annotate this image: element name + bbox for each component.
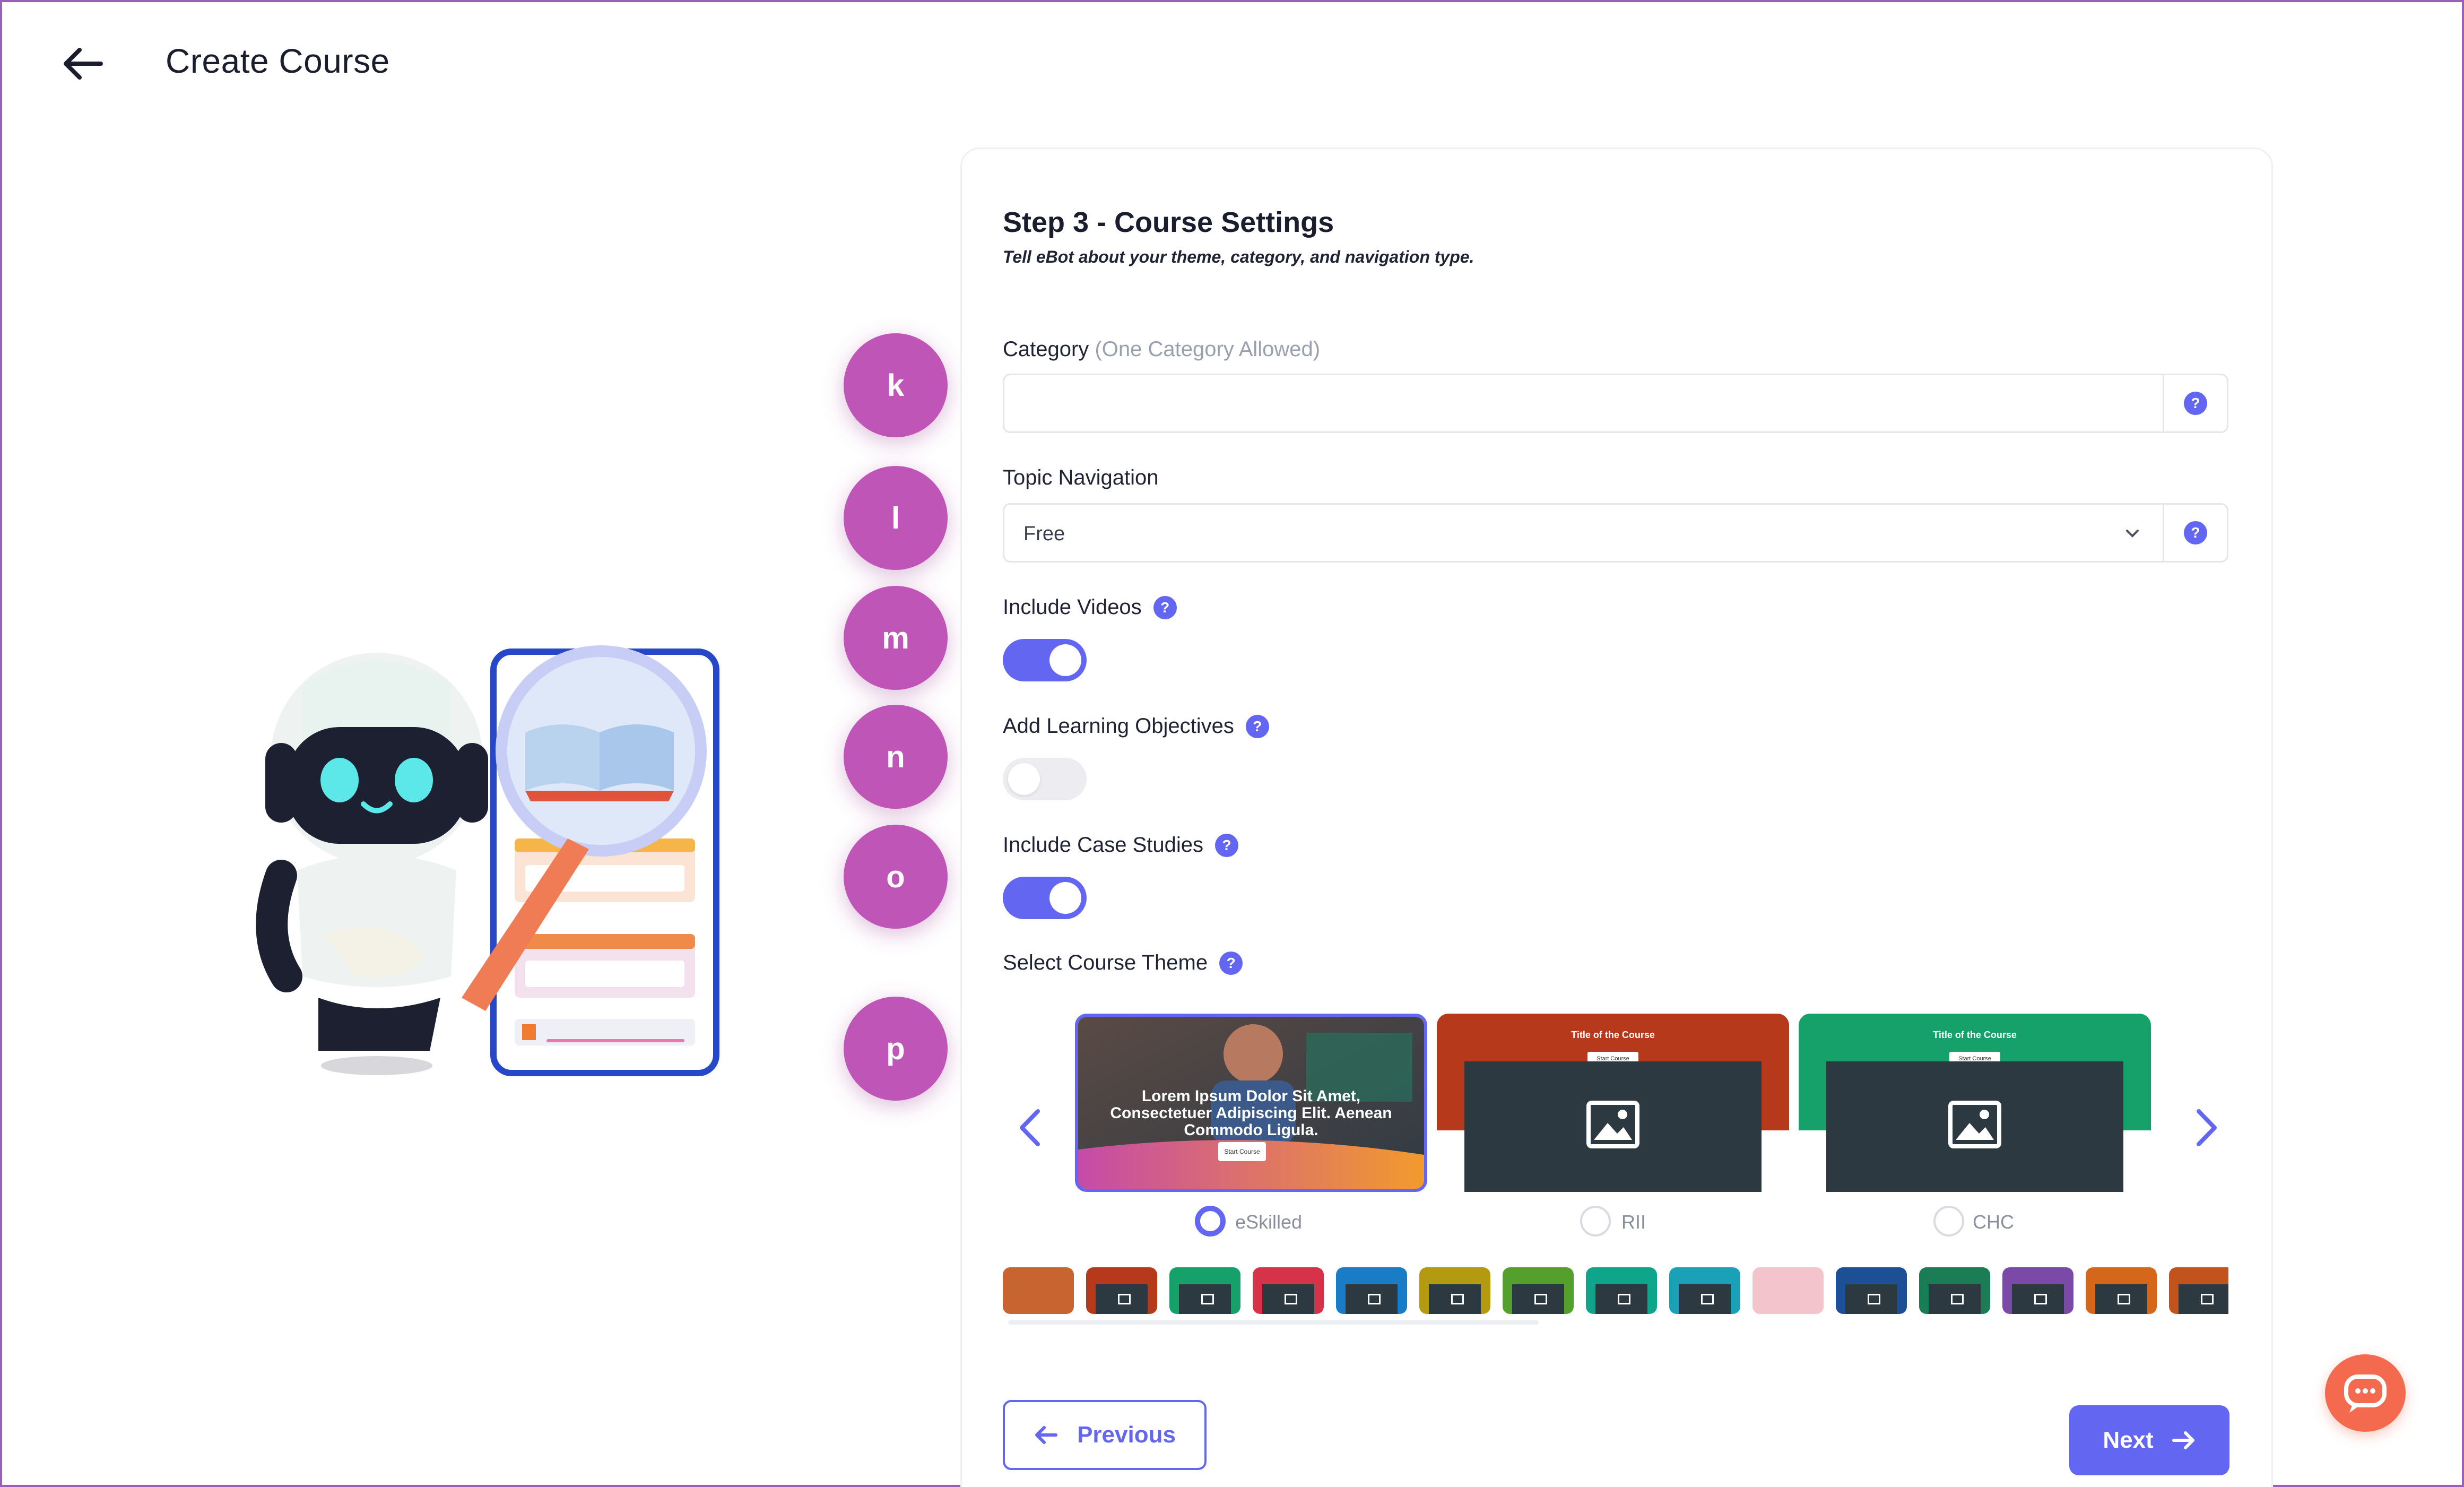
theme-name-eskilled: eSkilled [1235, 1211, 1303, 1233]
theme-thumbnail[interactable] [1419, 1267, 1490, 1314]
page-title: Create Course [166, 42, 390, 80]
case-studies-toggle[interactable] [1003, 877, 1087, 919]
learning-objectives-toggle[interactable] [1003, 758, 1087, 800]
toggle-knob [1008, 763, 1040, 795]
theme-thumbnail[interactable] [1919, 1267, 1990, 1314]
robot-illustration [249, 637, 727, 1093]
step-badge-n: n [844, 705, 948, 809]
course-theme-row: Select Course Theme ? [1003, 951, 1243, 975]
thumbnail-screen [1595, 1284, 1647, 1314]
learning-objectives-label: Add Learning Objectives [1003, 714, 1234, 738]
category-help-icon[interactable]: ? [2184, 392, 2207, 415]
next-button[interactable]: Next [2069, 1405, 2229, 1475]
theme-thumbnail[interactable] [1003, 1267, 1074, 1314]
chat-bubble-icon [2344, 1374, 2387, 1413]
step-badge-o: o [844, 825, 948, 929]
thumbnail-screen [1346, 1284, 1398, 1314]
include-videos-help-icon[interactable]: ? [1153, 595, 1177, 619]
theme-radio-chc[interactable] [1933, 1206, 1964, 1237]
case-studies-label: Include Case Studies [1003, 833, 1204, 857]
thumbnail-scrollbar[interactable] [1008, 1320, 1539, 1325]
eskilled-preview-button: Start Course [1218, 1142, 1266, 1161]
step-badge-k: k [844, 333, 948, 437]
rii-preview-heading: Title of the Course [1571, 1030, 1655, 1040]
course-theme-help-icon[interactable]: ? [1219, 951, 1243, 975]
thumbnail-screen [2012, 1284, 2064, 1314]
learning-objectives-row: Add Learning Objectives ? [1003, 714, 1269, 738]
chevron-down-icon [2126, 530, 2139, 538]
theme-thumbnail[interactable] [1169, 1267, 1240, 1314]
step-subtitle: Tell eBot about your theme, category, an… [1003, 247, 1474, 266]
include-videos-label: Include Videos [1003, 595, 1142, 619]
thumbnail-screen [2095, 1284, 2147, 1314]
thumbnail-screen [1929, 1284, 1981, 1314]
thumbnail-screen [1512, 1284, 1564, 1314]
learning-objectives-help-icon[interactable]: ? [1245, 714, 1269, 738]
theme-card-chc[interactable]: Title of the Course Start Course [1799, 1014, 2151, 1192]
thumbnail-screen [1179, 1284, 1231, 1314]
category-input[interactable]: ? [1003, 374, 2228, 433]
theme-thumbnail[interactable] [1669, 1267, 1740, 1314]
theme-name-rii: RII [1621, 1211, 1646, 1233]
include-videos-toggle[interactable] [1003, 639, 1087, 681]
course-theme-label: Select Course Theme [1003, 951, 1208, 974]
include-videos-row: Include Videos ? [1003, 595, 1177, 619]
image-placeholder-icon [1586, 1101, 1639, 1148]
theme-thumbnail[interactable] [1336, 1267, 1407, 1314]
previous-button[interactable]: Previous [1003, 1400, 1207, 1470]
field-divider [2163, 375, 2164, 431]
previous-button-label: Previous [1077, 1422, 1176, 1448]
theme-card-eskilled[interactable]: Lorem Ipsum Dolor Sit Amet, Consectetuer… [1075, 1014, 1427, 1192]
theme-thumbnail[interactable] [2169, 1267, 2228, 1314]
step-title: Step 3 - Course Settings [1003, 206, 1334, 238]
chat-widget-button[interactable] [2325, 1354, 2406, 1432]
case-studies-row: Include Case Studies ? [1003, 833, 1239, 857]
theme-thumbnail-strip [1003, 1267, 2228, 1315]
arrow-right-icon [2172, 1431, 2194, 1449]
toggle-knob [1049, 644, 1081, 676]
theme-card-rii[interactable]: Title of the Course Start Course [1437, 1014, 1789, 1192]
field-divider [2163, 505, 2164, 561]
theme-thumbnail[interactable] [1503, 1267, 1574, 1314]
toggle-knob [1049, 882, 1081, 914]
theme-thumbnail[interactable] [1086, 1267, 1157, 1314]
thumbnail-screen [1262, 1284, 1314, 1314]
category-hint: (One Category Allowed) [1095, 338, 1321, 361]
theme-radio-rii[interactable] [1580, 1206, 1611, 1237]
arrow-left-icon [1035, 1426, 1058, 1444]
topic-navigation-help-icon[interactable]: ? [2184, 521, 2207, 544]
topic-navigation-select[interactable]: Free ? [1003, 503, 2228, 563]
thumbnail-screen [2179, 1284, 2228, 1314]
theme-thumbnail[interactable] [1586, 1267, 1657, 1314]
category-label: Category (One Category Allowed) [1003, 338, 1321, 361]
theme-name-chc: CHC [1973, 1211, 2014, 1233]
eskilled-preview-text: Lorem Ipsum Dolor Sit Amet, Consectetuer… [1110, 1087, 1392, 1139]
theme-radio-eskilled[interactable] [1195, 1206, 1226, 1237]
topic-navigation-label: Topic Navigation [1003, 466, 1159, 489]
step-badge-m: m [844, 586, 948, 690]
next-button-label: Next [2103, 1427, 2154, 1453]
carousel-prev-icon[interactable] [1012, 1104, 1049, 1152]
theme-thumbnail[interactable] [1836, 1267, 1907, 1314]
topic-navigation-value: Free [1023, 523, 1065, 545]
step-badge-p: p [844, 997, 948, 1101]
thumbnail-screen [1429, 1284, 1481, 1314]
theme-thumbnail[interactable] [2002, 1267, 2073, 1314]
theme-thumbnail[interactable] [1253, 1267, 1324, 1314]
back-arrow-icon[interactable] [58, 42, 106, 85]
theme-thumbnail[interactable] [1752, 1267, 1824, 1314]
image-placeholder-icon [1948, 1101, 2001, 1148]
thumbnail-screen [1845, 1284, 1897, 1314]
thumbnail-screen [1679, 1284, 1731, 1314]
case-studies-help-icon[interactable]: ? [1215, 833, 1239, 857]
theme-thumbnail[interactable] [2086, 1267, 2157, 1314]
chc-preview-heading: Title of the Course [1933, 1030, 2017, 1040]
carousel-next-icon[interactable] [2187, 1104, 2224, 1152]
step-badge-l: l [844, 466, 948, 570]
thumbnail-screen [1096, 1284, 1148, 1314]
